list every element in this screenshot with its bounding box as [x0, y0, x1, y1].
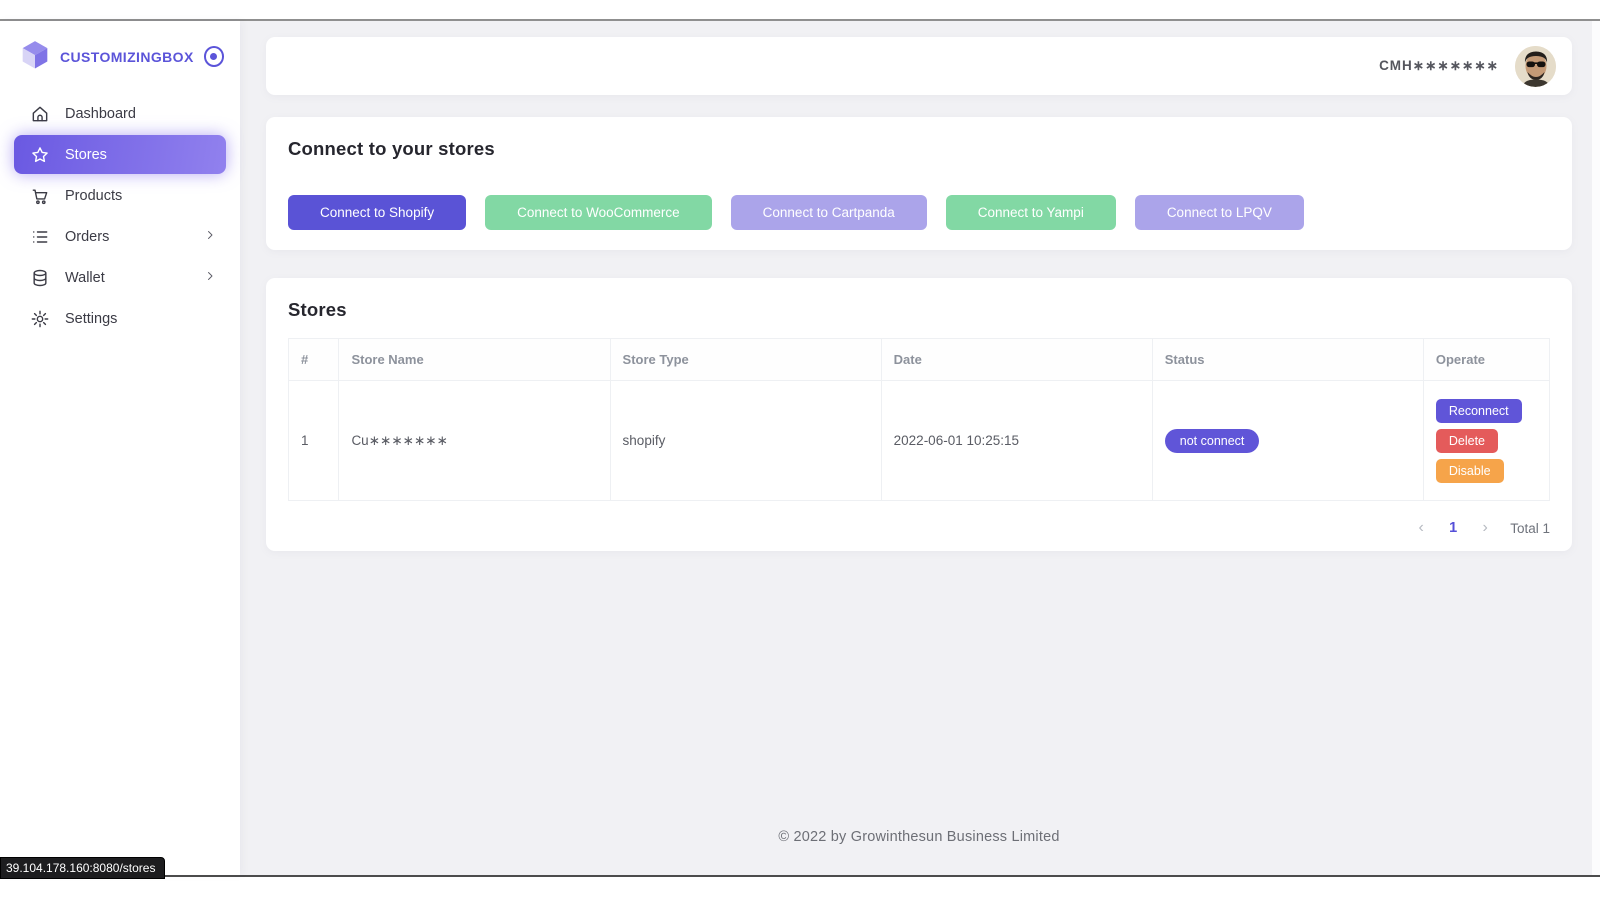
connect-woocommerce-button[interactable]: Connect to WooCommerce — [485, 195, 712, 230]
total-count-label: Total 1 — [1510, 521, 1550, 536]
sidebar-item-wallet[interactable]: Wallet — [14, 258, 226, 297]
connect-shopify-button[interactable]: Connect to Shopify — [288, 195, 466, 230]
sidebar-item-label: Orders — [65, 229, 109, 245]
chevron-right-icon — [204, 229, 216, 245]
sidebar: CUSTOMIZINGBOX Dashboard Stores Pr — [0, 21, 240, 875]
brand-logo-row: CUSTOMIZINGBOX — [0, 21, 240, 94]
page-number[interactable]: 1 — [1440, 520, 1466, 536]
connect-title: Connect to your stores — [288, 137, 1550, 161]
top-header-bar: CMH∗∗∗∗∗∗∗ — [266, 37, 1572, 95]
cell-status: not connect — [1152, 381, 1423, 501]
stores-title: Stores — [288, 298, 1550, 322]
connect-section: Connect to your stores Connect to Shopif… — [266, 117, 1572, 250]
username-label: CMH∗∗∗∗∗∗∗ — [1379, 58, 1499, 74]
stores-table: # Store Name Store Type Date Status Oper… — [288, 338, 1550, 501]
gear-icon — [30, 309, 50, 329]
sidebar-item-label: Wallet — [65, 270, 105, 286]
cell-operate: Reconnect Delete Disable — [1423, 381, 1549, 501]
sidebar-item-label: Stores — [65, 147, 107, 163]
cell-date: 2022-06-01 10:25:15 — [881, 381, 1152, 501]
footer-copyright: © 2022 by Growinthesun Business Limited — [266, 829, 1572, 845]
column-header-type: Store Type — [610, 339, 881, 381]
cell-store-type: shopify — [610, 381, 881, 501]
pagination: ‹ 1 › Total 1 — [288, 519, 1550, 537]
stores-section: Stores # Store Name Store Type Date Stat… — [266, 278, 1572, 551]
sidebar-item-stores[interactable]: Stores — [14, 135, 226, 174]
connect-buttons-row: Connect to Shopify Connect to WooCommerc… — [288, 195, 1550, 230]
database-icon — [30, 268, 50, 288]
list-icon — [30, 227, 50, 247]
chevron-right-icon — [204, 270, 216, 286]
reconnect-button[interactable]: Reconnect — [1436, 399, 1522, 423]
avatar[interactable] — [1515, 46, 1556, 87]
status-badge: not connect — [1165, 429, 1260, 453]
column-header-operate: Operate — [1423, 339, 1549, 381]
sidebar-item-settings[interactable]: Settings — [14, 299, 226, 338]
sidebar-item-label: Settings — [65, 311, 117, 327]
home-icon — [30, 104, 50, 124]
prev-page-icon[interactable]: ‹ — [1408, 519, 1434, 537]
column-header-status: Status — [1152, 339, 1423, 381]
cube-icon — [20, 39, 50, 74]
sidebar-item-label: Products — [65, 188, 122, 204]
right-edge-strip — [1592, 21, 1600, 875]
brand-name: CUSTOMIZINGBOX — [60, 49, 194, 65]
column-header-date: Date — [881, 339, 1152, 381]
table-header-row: # Store Name Store Type Date Status Oper… — [289, 339, 1550, 381]
column-header-name: Store Name — [339, 339, 610, 381]
cell-store-name: Cu∗∗∗∗∗∗∗ — [339, 381, 610, 501]
circle-dot-icon[interactable] — [204, 46, 224, 67]
browser-top-strip — [0, 0, 1600, 21]
connect-yampi-button[interactable]: Connect to Yampi — [946, 195, 1116, 230]
sidebar-item-orders[interactable]: Orders — [14, 217, 226, 256]
sidebar-item-products[interactable]: Products — [14, 176, 226, 215]
bottom-border-line — [0, 875, 1600, 877]
cell-index: 1 — [289, 381, 339, 501]
connect-lpqv-button[interactable]: Connect to LPQV — [1135, 195, 1304, 230]
sidebar-item-label: Dashboard — [65, 106, 136, 122]
sidebar-item-dashboard[interactable]: Dashboard — [14, 94, 226, 133]
star-icon — [30, 145, 50, 165]
sidebar-nav: Dashboard Stores Products Orders — [0, 94, 240, 340]
column-header-index: # — [289, 339, 339, 381]
delete-button[interactable]: Delete — [1436, 429, 1498, 453]
main-content: CMH∗∗∗∗∗∗∗ Con — [240, 21, 1592, 875]
cart-icon — [30, 186, 50, 206]
link-status-tooltip: 39.104.178.160:8080/stores — [0, 857, 165, 879]
next-page-icon[interactable]: › — [1472, 519, 1498, 537]
table-row: 1 Cu∗∗∗∗∗∗∗ shopify 2022-06-01 10:25:15 … — [289, 381, 1550, 501]
connect-cartpanda-button[interactable]: Connect to Cartpanda — [731, 195, 927, 230]
app-window: CUSTOMIZINGBOX Dashboard Stores Pr — [0, 21, 1600, 875]
disable-button[interactable]: Disable — [1436, 459, 1504, 483]
